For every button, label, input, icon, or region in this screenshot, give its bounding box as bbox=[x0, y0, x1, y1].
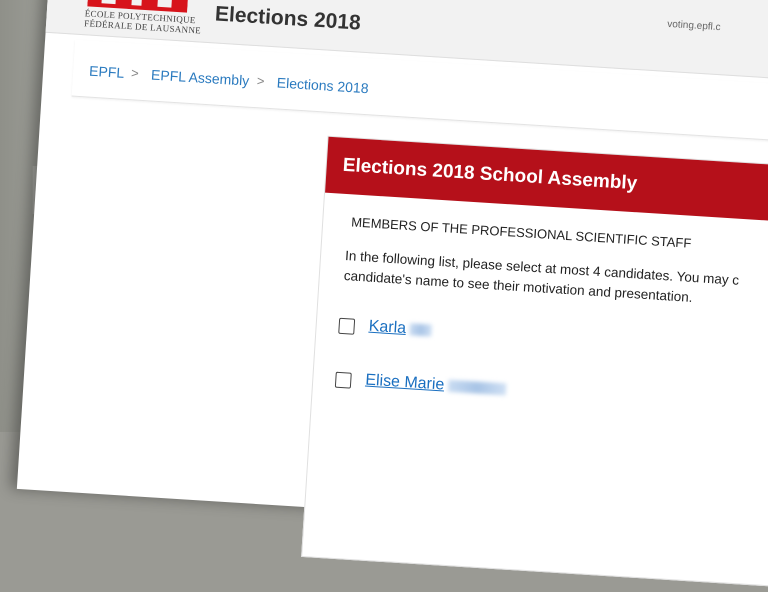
ballot-section-title: MEMBERS OF THE PROFESSIONAL SCIENTIFIC S… bbox=[350, 214, 692, 251]
candidate-checkbox[interactable] bbox=[338, 317, 356, 335]
breadcrumb-epfl[interactable]: EPFL bbox=[89, 63, 125, 81]
ballot-header: Elections 2018 School Assembly bbox=[325, 136, 768, 228]
ballot-instructions: In the following list, please select at … bbox=[343, 246, 739, 311]
redacted-surname bbox=[409, 323, 433, 337]
ballot-card: Elections 2018 School Assembly MEMBERS O… bbox=[301, 135, 768, 592]
monitor-screen: ÉCOLE POLYTECHNIQUE FÉDÉRALE DE LAUSANNE… bbox=[16, 0, 768, 592]
candidate-first-name: Karla bbox=[368, 317, 407, 337]
candidate-first-name: Elise Marie bbox=[364, 371, 445, 394]
redacted-surname bbox=[447, 379, 507, 396]
breadcrumb-separator: > bbox=[256, 73, 265, 89]
candidate-name-link[interactable]: Elise Marie bbox=[365, 372, 507, 399]
breadcrumb-separator: > bbox=[130, 65, 140, 81]
candidate-checkbox[interactable] bbox=[334, 371, 352, 389]
site-title: Elections 2018 bbox=[214, 2, 362, 35]
ballot-title: Elections 2018 School Assembly bbox=[342, 154, 638, 195]
address-bar-url[interactable]: voting.epfl.c bbox=[667, 19, 721, 33]
candidate-name-link[interactable]: Karla bbox=[368, 317, 433, 340]
epfl-logo[interactable]: ÉCOLE POLYTECHNIQUE FÉDÉRALE DE LAUSANNE bbox=[80, 0, 201, 37]
breadcrumb-epfl-assembly[interactable]: EPFL Assembly bbox=[151, 67, 250, 89]
candidate-item: Elise Marie bbox=[334, 370, 507, 396]
candidate-item: Karla bbox=[338, 316, 433, 338]
breadcrumb-elections-2018[interactable]: Elections 2018 bbox=[276, 74, 369, 96]
